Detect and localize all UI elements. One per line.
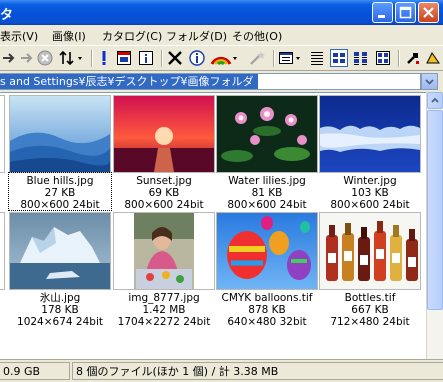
- forward-arrow-icon-2[interactable]: [18, 49, 36, 67]
- forward-arrow-icon[interactable]: [0, 49, 18, 67]
- thumbnail-image: [216, 95, 318, 173]
- scroll-up-button[interactable]: [427, 92, 443, 109]
- file-dims: 800×600 24bit: [330, 199, 410, 211]
- close-button[interactable]: [418, 2, 439, 23]
- chevron-up-icon: [431, 97, 439, 103]
- maximize-button[interactable]: [395, 2, 416, 23]
- file-dims: 800×600 24bit: [124, 199, 204, 211]
- file-tile[interactable]: Bottles.tif 667 KB 712×480 24bit: [319, 212, 421, 328]
- address-bar: s and Settings¥辰志¥デスクトップ¥画像フォルダ: [0, 72, 443, 92]
- title-bar: タ: [0, 0, 443, 25]
- thumbnail-image: [319, 212, 421, 290]
- file-size: 103 KB: [351, 187, 389, 199]
- file-tile[interactable]: img_8777.jpg 1.42 MB 1704×2272 24bit: [113, 212, 215, 328]
- tool-icon[interactable]: [404, 49, 422, 67]
- window-title: タ: [0, 8, 14, 23]
- menu-other[interactable]: その他(O): [232, 28, 282, 44]
- exclamation-icon[interactable]: [95, 49, 113, 67]
- file-name: 氷山.jpg: [39, 292, 81, 304]
- minimize-button[interactable]: [372, 2, 393, 23]
- file-name: Water lilies.jpg: [228, 175, 306, 187]
- thumbnail-image: [9, 95, 111, 173]
- file-size: 667 KB: [351, 304, 389, 316]
- stop-icon[interactable]: [36, 49, 54, 67]
- thumbnail-image: [216, 212, 318, 290]
- file-dims: 1704×2272 24bit: [117, 316, 211, 328]
- file-tile[interactable]: Water lilies.jpg 81 KB 800×600 24bit: [216, 95, 318, 211]
- file-tile[interactable]: CMYK balloons.tif 878 KB 640×480 32bit: [216, 212, 318, 328]
- properties-icon[interactable]: [188, 49, 206, 67]
- wand-icon[interactable]: [248, 49, 266, 67]
- scroll-thumb[interactable]: [427, 110, 443, 310]
- file-tile[interactable]: 氷山.jpg 178 KB 1024×674 24bit: [9, 212, 111, 328]
- thumbnail-grid: Blue hills.jpg 27 KB 800×600 24bit Sunse…: [0, 92, 426, 359]
- status-summary: 8 個のファイル(ほか 1 個) / 計 3.38 MB: [72, 362, 443, 380]
- menu-catalog[interactable]: カタログ(C): [102, 28, 162, 44]
- list-view-icon[interactable]: [308, 49, 326, 67]
- help-icon[interactable]: [424, 49, 442, 67]
- chevron-down-icon: [425, 79, 434, 85]
- detail-view-icon[interactable]: [352, 49, 370, 67]
- thumbnail-image: [113, 212, 215, 290]
- view-menu-icon[interactable]: [278, 49, 304, 67]
- file-size: 69 KB: [148, 187, 180, 199]
- color-icon[interactable]: [210, 49, 240, 67]
- address-dropdown-button[interactable]: [421, 73, 438, 90]
- toolbar: [0, 45, 443, 71]
- thumbnail-view-icon[interactable]: [374, 49, 392, 67]
- file-size: 1.42 MB: [142, 304, 186, 316]
- thumbnail-image: [9, 212, 111, 290]
- toolbar-separator: [91, 50, 93, 67]
- file-name: Winter.jpg: [343, 175, 397, 187]
- partial-thumbnail[interactable]: [0, 212, 5, 290]
- toolbar-separator: [398, 50, 400, 67]
- file-size: 81 KB: [251, 187, 283, 199]
- file-name: CMYK balloons.tif: [221, 292, 313, 304]
- frame-icon[interactable]: [115, 49, 133, 67]
- status-disk: 0.9 GB: [0, 362, 70, 380]
- menu-folder[interactable]: フォルダ(D): [166, 28, 227, 44]
- file-dims: 1024×674 24bit: [17, 316, 103, 328]
- thumbnail-image: [113, 95, 215, 173]
- large-icons-view-icon[interactable]: [330, 49, 348, 67]
- sort-icon[interactable]: [58, 49, 86, 67]
- file-name: Bottles.tif: [344, 292, 396, 304]
- file-dims: 640×480 32bit: [227, 316, 307, 328]
- file-size: 878 KB: [248, 304, 286, 316]
- menu-image[interactable]: 画像(I): [52, 28, 86, 44]
- menu-view[interactable]: 表示(V): [0, 28, 38, 44]
- file-dims: 712×480 24bit: [330, 316, 410, 328]
- file-tile[interactable]: Sunset.jpg 69 KB 800×600 24bit: [113, 95, 215, 211]
- file-tile[interactable]: Winter.jpg 103 KB 800×600 24bit: [319, 95, 421, 211]
- info-icon[interactable]: [137, 49, 155, 67]
- menu-bar: 表示(V) 画像(I) カタログ(C) フォルダ(D) その他(O): [0, 25, 443, 45]
- thumbnail-image: [319, 95, 421, 173]
- status-bar: 0.9 GB 8 個のファイル(ほか 1 個) / 計 3.38 MB: [0, 359, 443, 382]
- file-name: img_8777.jpg: [128, 292, 200, 304]
- focus-rectangle: [8, 172, 112, 211]
- address-input[interactable]: s and Settings¥辰志¥デスクトップ¥画像フォルダ: [0, 73, 421, 90]
- file-dims: 800×600 24bit: [227, 199, 307, 211]
- file-name: Sunset.jpg: [136, 175, 192, 187]
- toolbar-separator: [273, 50, 275, 67]
- address-path: s and Settings¥辰志¥デスクトップ¥画像フォルダ: [0, 74, 258, 89]
- partial-thumbnail[interactable]: [0, 95, 5, 173]
- vertical-scrollbar[interactable]: [426, 92, 443, 359]
- file-size: 178 KB: [41, 304, 79, 316]
- toolbar-separator: [161, 50, 163, 67]
- delete-icon[interactable]: [166, 49, 184, 67]
